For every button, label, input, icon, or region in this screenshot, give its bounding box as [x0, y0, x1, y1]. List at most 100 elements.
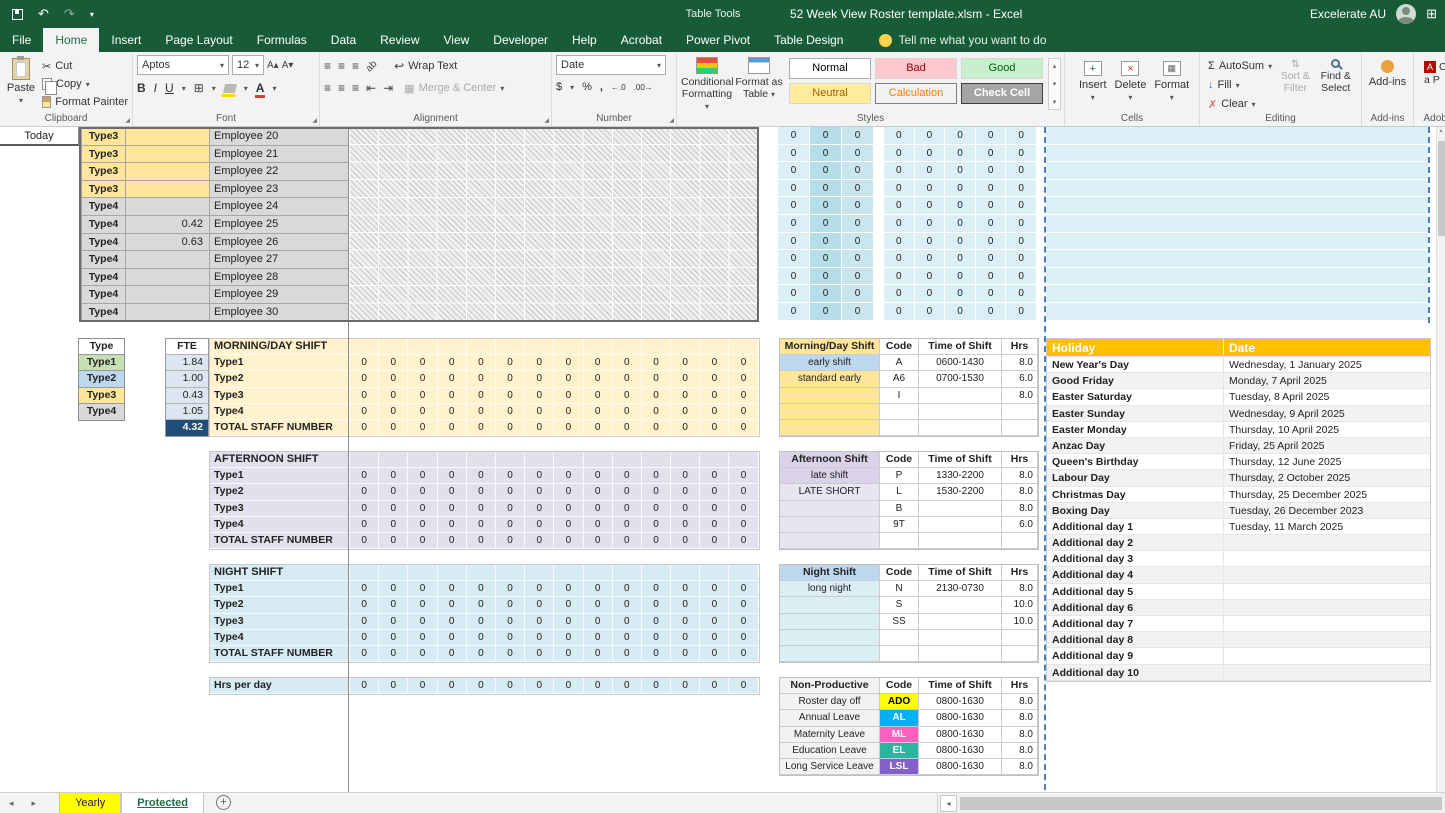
- grid-cell[interactable]: 0: [408, 646, 437, 662]
- grid-cell[interactable]: 0: [379, 371, 408, 387]
- shift-code-cell[interactable]: B: [880, 501, 919, 517]
- grid-cell[interactable]: 0: [642, 484, 671, 500]
- grid-cell[interactable]: 0: [945, 162, 976, 180]
- grid-cell[interactable]: 0: [671, 614, 700, 630]
- holiday-date-cell[interactable]: Thursday, 2 October 2025: [1224, 470, 1430, 486]
- grid-cell[interactable]: 0: [729, 646, 758, 662]
- grid-cell[interactable]: 0: [613, 517, 642, 533]
- align-middle-button[interactable]: ≡: [338, 59, 345, 73]
- shift-hrs-cell[interactable]: 8.0: [1002, 710, 1038, 726]
- grid-cell[interactable]: 0: [408, 678, 437, 694]
- grid-cell[interactable]: [554, 452, 583, 468]
- grid-cell[interactable]: [642, 339, 671, 355]
- grid-cell[interactable]: 0: [379, 484, 408, 500]
- grid-cell[interactable]: 0: [945, 197, 976, 215]
- grid-cell[interactable]: 0: [642, 420, 671, 436]
- grid-cell[interactable]: 0: [379, 630, 408, 646]
- clipboard-dialog-launcher[interactable]: ◢: [125, 117, 130, 124]
- grid-cell[interactable]: [642, 452, 671, 468]
- shift-time-cell[interactable]: [919, 597, 1002, 613]
- grid-cell[interactable]: 0: [915, 162, 946, 180]
- grid-cell[interactable]: 0: [729, 484, 758, 500]
- code-table-header-cell[interactable]: Afternoon Shift: [780, 452, 880, 468]
- grid-cell[interactable]: 0: [496, 468, 525, 484]
- grid-cell[interactable]: [554, 565, 583, 581]
- grid-cell[interactable]: 0: [642, 468, 671, 484]
- grid-cell[interactable]: 0: [945, 285, 976, 303]
- grid-cell[interactable]: 0: [613, 614, 642, 630]
- employee-fte-cell[interactable]: [126, 181, 210, 199]
- grid-cell[interactable]: 0: [554, 517, 583, 533]
- shift-code-cell[interactable]: SS: [880, 614, 919, 630]
- shift-code-cell[interactable]: [880, 420, 919, 436]
- cell-style-good[interactable]: Good: [961, 58, 1043, 79]
- shift-code-cell[interactable]: N: [880, 581, 919, 597]
- grid-cell[interactable]: 0: [467, 371, 496, 387]
- afternoon-title-cell[interactable]: AFTERNOON SHIFT: [210, 452, 350, 468]
- grid-cell[interactable]: 0: [584, 484, 613, 500]
- fte-value-cell[interactable]: 1.05: [166, 404, 208, 420]
- grid-cell[interactable]: 0: [379, 468, 408, 484]
- shift-name-cell[interactable]: late shift: [780, 468, 880, 484]
- shift-name-cell[interactable]: [780, 533, 880, 549]
- grid-cell[interactable]: 0: [700, 371, 729, 387]
- ribbon-display-options-icon[interactable]: ⊞: [1426, 6, 1437, 22]
- holiday-date-cell[interactable]: Wednesday, 9 April 2025: [1224, 406, 1430, 422]
- grid-cell[interactable]: [700, 565, 729, 581]
- shift-time-cell[interactable]: [919, 533, 1002, 549]
- grid-cell[interactable]: 0: [467, 388, 496, 404]
- grid-cell[interactable]: 0: [467, 355, 496, 371]
- employee-type-cell[interactable]: Type3: [82, 163, 126, 181]
- shift-time-cell[interactable]: [919, 420, 1002, 436]
- grid-cell[interactable]: 0: [810, 303, 842, 321]
- holiday-name-cell[interactable]: Additional day 8: [1047, 632, 1224, 648]
- italic-button[interactable]: I: [154, 81, 157, 95]
- grid-cell[interactable]: 0: [842, 233, 874, 251]
- cell-style-check-cell[interactable]: Check Cell: [961, 83, 1043, 104]
- employee-name-cell[interactable]: Employee 28: [210, 269, 349, 287]
- shift-code-cell[interactable]: [880, 646, 919, 662]
- merge-center-button[interactable]: ▦ Merge & Center ▾: [404, 82, 504, 95]
- accounting-format-button[interactable]: $: [556, 81, 562, 93]
- grid-cell[interactable]: 0: [1006, 127, 1037, 145]
- employee-type-cell[interactable]: Type4: [82, 234, 126, 252]
- shift-name-cell[interactable]: LATE SHORT: [780, 484, 880, 500]
- grid-cell[interactable]: 0: [915, 285, 946, 303]
- ribbon-tab-table-design[interactable]: Table Design: [762, 28, 855, 52]
- empty-cell-band[interactable]: [1046, 162, 1428, 180]
- code-table-header-cell[interactable]: Night Shift: [780, 565, 880, 581]
- shift-time-cell[interactable]: [919, 614, 1002, 630]
- holiday-name-cell[interactable]: Easter Monday: [1047, 422, 1224, 438]
- alignment-dialog-launcher[interactable]: ◢: [544, 117, 549, 124]
- bold-button[interactable]: B: [137, 81, 146, 95]
- avatar[interactable]: [1396, 4, 1416, 24]
- grid-cell[interactable]: 0: [1006, 250, 1037, 268]
- shift-name-cell[interactable]: Annual Leave: [780, 710, 880, 726]
- grid-cell[interactable]: 0: [467, 581, 496, 597]
- afternoon-row-label[interactable]: Type4: [210, 517, 350, 533]
- grid-cell[interactable]: 0: [554, 533, 583, 549]
- grid-cell[interactable]: 0: [379, 581, 408, 597]
- shift-name-cell[interactable]: standard early: [780, 371, 880, 387]
- grid-cell[interactable]: 0: [525, 355, 554, 371]
- holiday-date-cell[interactable]: Tuesday, 26 December 2023: [1224, 503, 1430, 519]
- grid-cell[interactable]: 0: [700, 468, 729, 484]
- grid-cell[interactable]: 0: [408, 597, 437, 613]
- grid-cell[interactable]: 0: [554, 646, 583, 662]
- grid-cell[interactable]: 0: [496, 517, 525, 533]
- shift-name-cell[interactable]: Maternity Leave: [780, 727, 880, 743]
- grid-cell[interactable]: 0: [350, 630, 379, 646]
- holiday-date-cell[interactable]: Thursday, 10 April 2025: [1224, 422, 1430, 438]
- grid-cell[interactable]: 0: [408, 501, 437, 517]
- shift-hrs-cell[interactable]: 8.0: [1002, 355, 1038, 371]
- ribbon-tab-formulas[interactable]: Formulas: [245, 28, 319, 52]
- grid-cell[interactable]: 0: [525, 581, 554, 597]
- grid-cell[interactable]: 0: [842, 127, 874, 145]
- employee-fte-cell[interactable]: [126, 251, 210, 269]
- grid-cell[interactable]: [438, 452, 467, 468]
- holiday-name-cell[interactable]: Additional day 9: [1047, 648, 1224, 664]
- grid-cell[interactable]: [408, 339, 437, 355]
- grid-cell[interactable]: 0: [842, 180, 874, 198]
- type-legend-header[interactable]: Type: [79, 339, 124, 355]
- grid-cell[interactable]: 0: [467, 484, 496, 500]
